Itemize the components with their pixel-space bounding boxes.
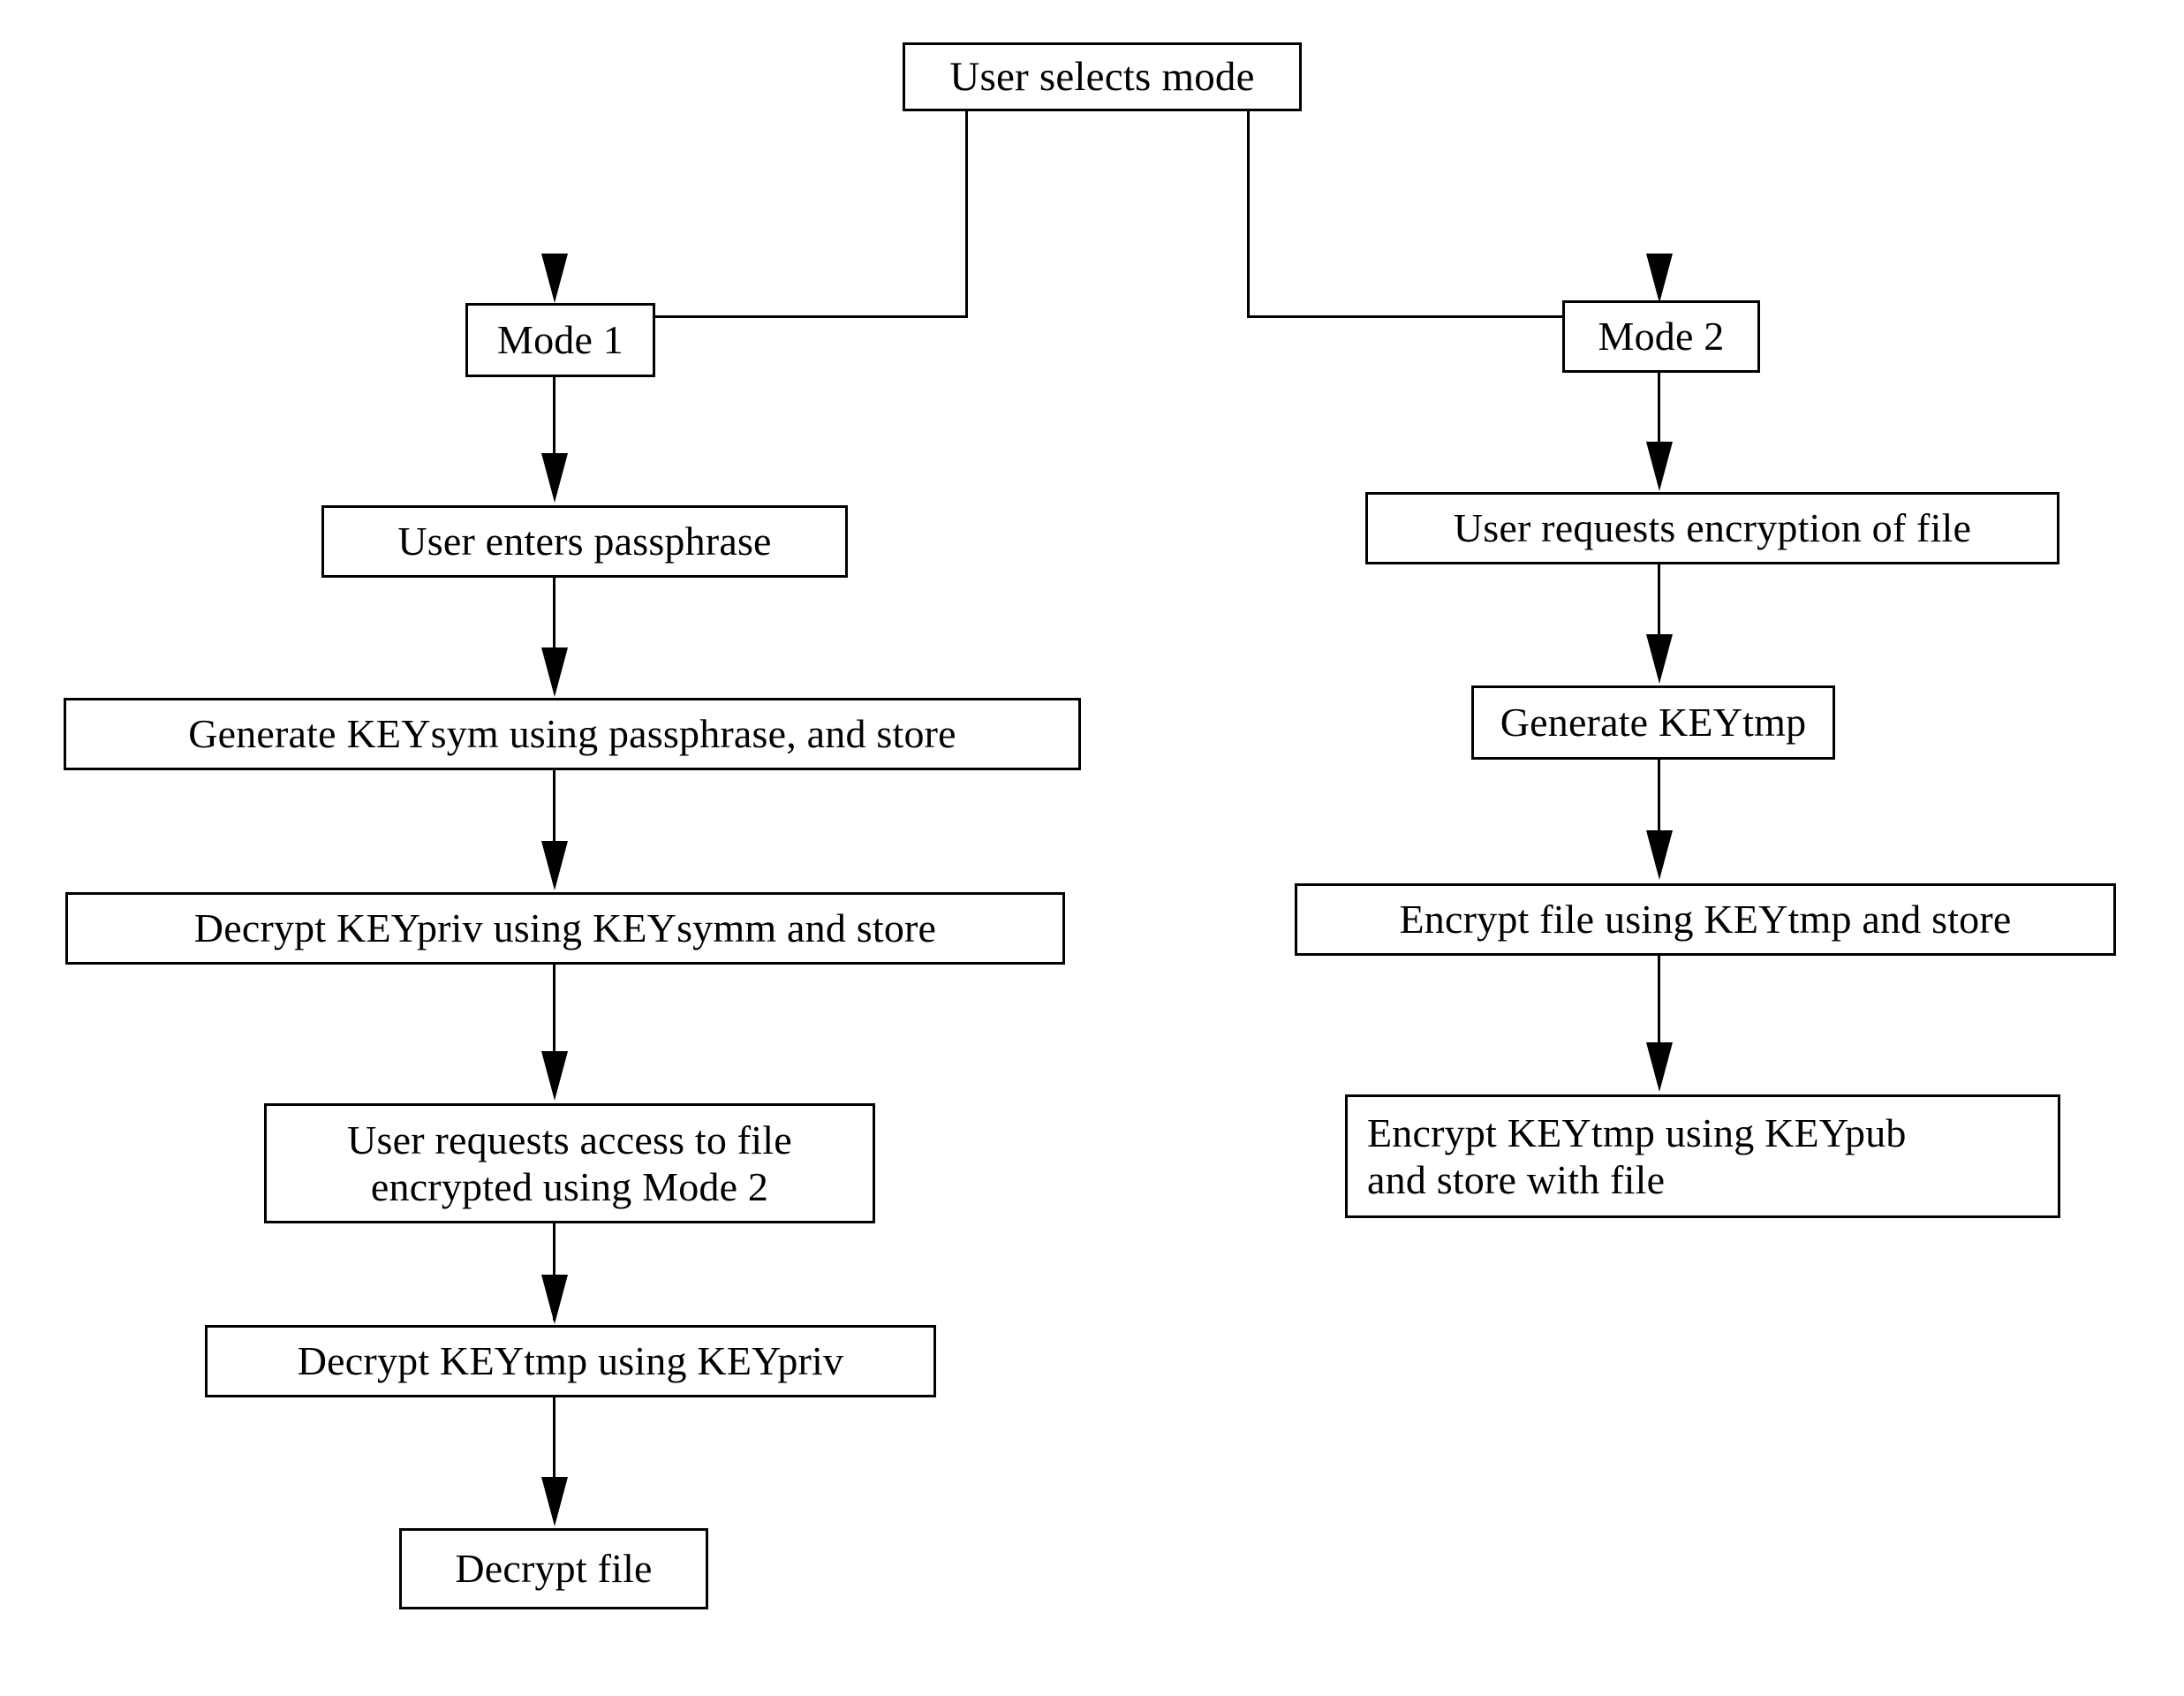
arrowhead-to-request-access — [541, 1051, 568, 1101]
edge-top-left-stub — [965, 111, 968, 318]
arrowhead-to-mode-1 — [541, 254, 568, 303]
node-generate-keytmp: Generate KEYtmp — [1471, 685, 1835, 760]
arrowhead-to-passphrase — [541, 453, 568, 503]
arrowhead-to-decrypt-file — [541, 1477, 568, 1526]
edge-top-right-stub — [1247, 111, 1250, 318]
arrowhead-to-generate-keytmp — [1646, 634, 1673, 684]
node-mode-2: Mode 2 — [1562, 300, 1760, 373]
arrowhead-to-mode-2 — [1646, 254, 1673, 303]
node-user-requests-access: User requests access to file encrypted u… — [264, 1103, 875, 1223]
edge-decrypt-keypriv-to-request-access — [553, 965, 555, 1062]
arrowhead-to-request-encryption — [1646, 442, 1673, 491]
node-user-requests-encryption: User requests encryption of file — [1365, 492, 2059, 564]
edge-encrypt-file-to-encrypt-keytmp — [1658, 956, 1660, 1053]
flowchart-canvas: User selects mode Mode 1 User enters pas… — [0, 0, 2184, 1696]
arrowhead-to-encrypt-keytmp — [1646, 1042, 1673, 1092]
node-encrypt-file: Encrypt file using KEYtmp and store — [1295, 883, 2116, 956]
arrowhead-to-decrypt-keypriv — [541, 841, 568, 890]
arrowhead-to-decrypt-keytmp — [541, 1275, 568, 1324]
arrowhead-to-encrypt-file — [1646, 830, 1673, 880]
node-mode-1: Mode 1 — [465, 303, 655, 377]
node-user-selects-mode: User selects mode — [903, 42, 1302, 111]
node-generate-keysym: Generate KEYsym using passphrase, and st… — [64, 698, 1081, 770]
edge-mode1-to-passphrase — [553, 377, 555, 464]
arrowhead-to-generate-keysym — [541, 647, 568, 697]
node-decrypt-file: Decrypt file — [399, 1528, 708, 1609]
node-decrypt-keytmp: Decrypt KEYtmp using KEYpriv — [205, 1325, 936, 1397]
node-encrypt-keytmp: Encrypt KEYtmp using KEYpub and store wi… — [1345, 1094, 2060, 1218]
node-decrypt-keypriv: Decrypt KEYpriv using KEYsymm and store — [65, 892, 1065, 965]
node-user-enters-passphrase: User enters passphrase — [321, 505, 848, 578]
